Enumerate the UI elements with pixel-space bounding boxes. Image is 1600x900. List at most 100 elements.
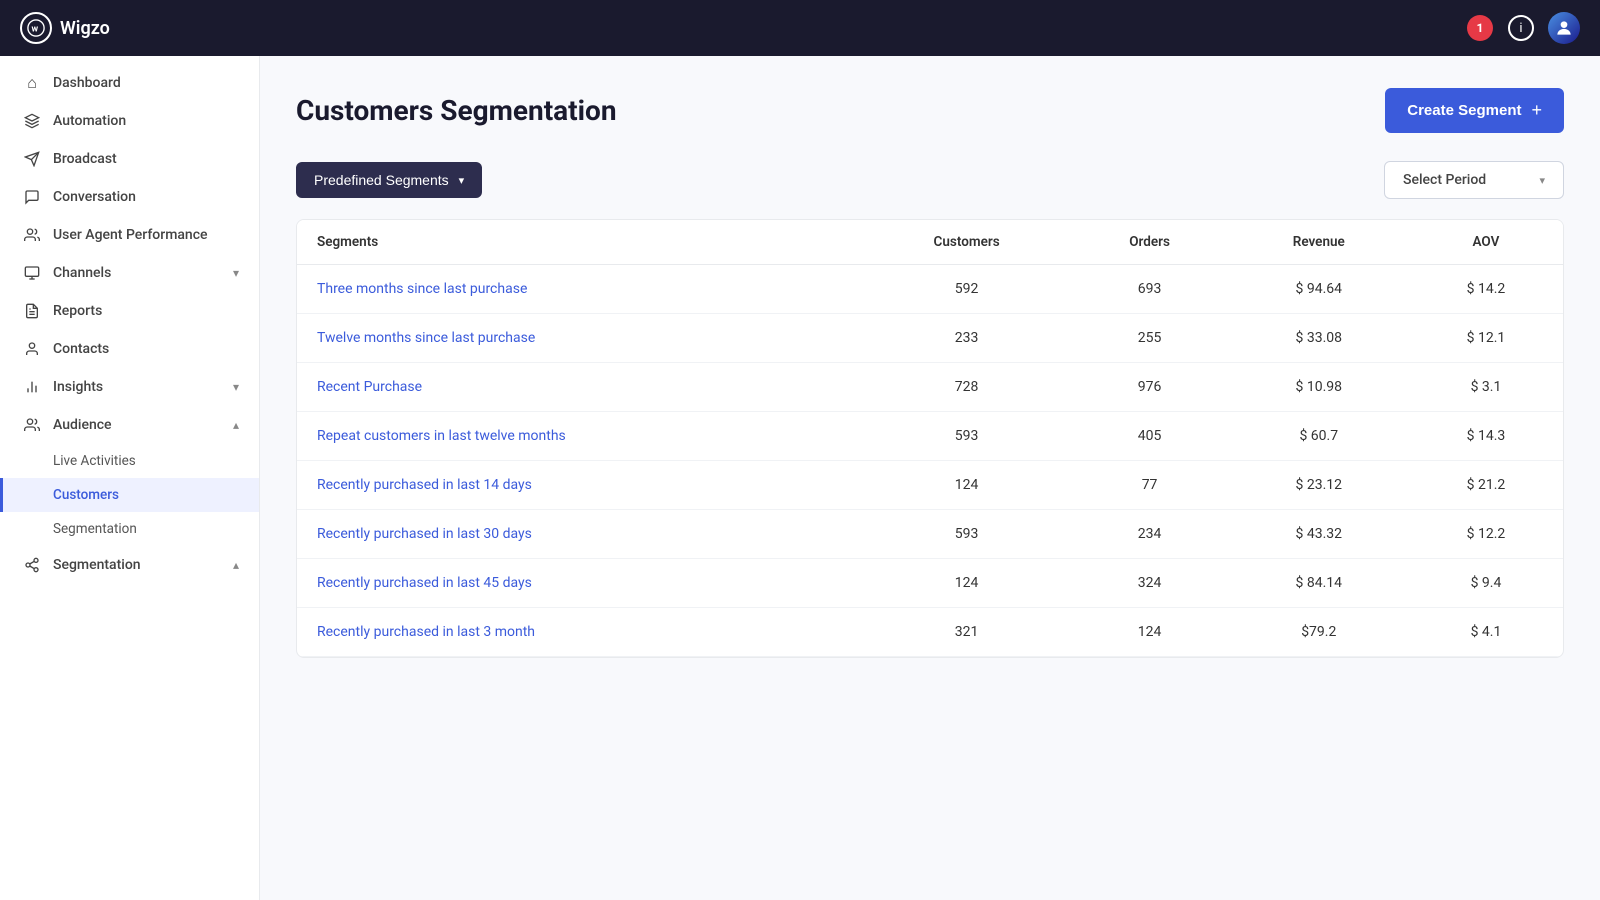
cell-segment-0: Three months since last purchase [297,265,863,314]
create-segment-button[interactable]: Create Segment + [1385,88,1564,133]
notification-count: 1 [1467,15,1493,41]
logo-icon: w [20,12,52,44]
top-navigation: w Wigzo 1 i [0,0,1600,56]
cell-orders-5: 234 [1071,510,1229,559]
period-dropdown[interactable]: Select Period ▾ [1384,161,1564,199]
sidebar-label-channels: Channels [53,265,111,281]
table-row: Recently purchased in last 14 days 124 7… [297,461,1563,510]
logo[interactable]: w Wigzo [20,12,110,44]
avatar[interactable] [1548,12,1580,44]
insights-icon [23,378,41,396]
cell-revenue-6: $ 84.14 [1229,559,1409,608]
cell-customers-1: 233 [863,314,1071,363]
period-dropdown-label: Select Period [1403,172,1486,188]
info-button[interactable]: i [1508,15,1534,41]
main-layout: ⌂ Dashboard Automation Broadcast [0,56,1600,900]
sidebar-label-contacts: Contacts [53,341,109,357]
cell-segment-3: Repeat customers in last twelve months [297,412,863,461]
col-header-segments: Segments [297,220,863,265]
svg-text:w: w [32,25,39,35]
cell-aov-4: $ 21.2 [1409,461,1563,510]
cell-orders-7: 124 [1071,608,1229,657]
table-row: Recently purchased in last 45 days 124 3… [297,559,1563,608]
cell-segment-5: Recently purchased in last 30 days [297,510,863,559]
home-icon: ⌂ [23,74,41,92]
segment-link-4[interactable]: Recently purchased in last 14 days [317,477,532,493]
segments-table-container: Segments Customers Orders Revenue AOV Th… [296,219,1564,658]
page-title: Customers Segmentation [296,94,617,127]
col-header-customers: Customers [863,220,1071,265]
cell-aov-2: $ 3.1 [1409,363,1563,412]
filters-row: Predefined Segments ▾ Select Period ▾ [296,161,1564,199]
reports-icon [23,302,41,320]
sidebar-item-live-activities[interactable]: Live Activities [0,444,259,478]
broadcast-icon [23,150,41,168]
channels-icon [23,264,41,282]
main-content: Customers Segmentation Create Segment + … [260,56,1600,900]
cell-customers-4: 124 [863,461,1071,510]
conversation-icon [23,188,41,206]
cell-segment-1: Twelve months since last purchase [297,314,863,363]
col-header-orders: Orders [1071,220,1229,265]
cell-orders-2: 976 [1071,363,1229,412]
sidebar-item-segmentation-sub[interactable]: Segmentation [0,512,259,546]
segment-link-5[interactable]: Recently purchased in last 30 days [317,526,532,542]
audience-icon [23,416,41,434]
sidebar-label-reports: Reports [53,303,102,319]
sidebar-item-customers[interactable]: Customers [0,478,259,512]
segment-link-0[interactable]: Three months since last purchase [317,281,527,297]
app-name: Wigzo [60,18,110,39]
sidebar-item-segmentation-main[interactable]: Segmentation ▴ [0,546,259,584]
customers-label: Customers [53,487,119,503]
table-header-row: Segments Customers Orders Revenue AOV [297,220,1563,265]
sidebar-item-contacts[interactable]: Contacts [0,330,259,368]
table-row: Recently purchased in last 3 month 321 1… [297,608,1563,657]
user-agent-icon [23,226,41,244]
segments-dropdown[interactable]: Predefined Segments ▾ [296,162,482,198]
chevron-down-icon-insights: ▾ [233,380,239,394]
chevron-up-icon-segmentation: ▴ [233,558,239,572]
cell-revenue-7: $79.2 [1229,608,1409,657]
table-row: Three months since last purchase 592 693… [297,265,1563,314]
cell-customers-3: 593 [863,412,1071,461]
segment-link-1[interactable]: Twelve months since last purchase [317,330,535,346]
sidebar-item-audience[interactable]: Audience ▴ [0,406,259,444]
cell-customers-7: 321 [863,608,1071,657]
table-row: Twelve months since last purchase 233 25… [297,314,1563,363]
sidebar-item-automation[interactable]: Automation [0,102,259,140]
cell-orders-4: 77 [1071,461,1229,510]
notifications-button[interactable]: 1 [1466,14,1494,42]
sidebar-item-channels[interactable]: Channels ▾ [0,254,259,292]
cell-segment-4: Recently purchased in last 14 days [297,461,863,510]
automation-icon [23,112,41,130]
audience-submenu: Live Activities Customers Segmentation [0,444,259,546]
create-btn-label: Create Segment [1407,102,1521,119]
sidebar-item-dashboard[interactable]: ⌂ Dashboard [0,64,259,102]
cell-revenue-3: $ 60.7 [1229,412,1409,461]
chevron-up-icon-audience: ▴ [233,418,239,432]
sidebar-item-reports[interactable]: Reports [0,292,259,330]
segments-table: Segments Customers Orders Revenue AOV Th… [297,220,1563,657]
cell-aov-6: $ 9.4 [1409,559,1563,608]
segment-link-6[interactable]: Recently purchased in last 45 days [317,575,532,591]
plus-icon: + [1531,100,1542,121]
segment-link-7[interactable]: Recently purchased in last 3 month [317,624,535,640]
contacts-icon [23,340,41,358]
sidebar-label-insights: Insights [53,379,103,395]
segment-link-2[interactable]: Recent Purchase [317,379,422,395]
caret-icon: ▾ [459,174,465,187]
sidebar: ⌂ Dashboard Automation Broadcast [0,56,260,900]
segment-link-3[interactable]: Repeat customers in last twelve months [317,428,566,444]
chevron-down-icon: ▾ [233,266,239,280]
cell-customers-5: 593 [863,510,1071,559]
cell-aov-1: $ 12.1 [1409,314,1563,363]
cell-revenue-5: $ 43.32 [1229,510,1409,559]
cell-segment-2: Recent Purchase [297,363,863,412]
sidebar-item-conversation[interactable]: Conversation [0,178,259,216]
topnav-actions: 1 i [1466,12,1580,44]
cell-orders-6: 324 [1071,559,1229,608]
sidebar-item-insights[interactable]: Insights ▾ [0,368,259,406]
sidebar-item-user-agent-performance[interactable]: User Agent Performance [0,216,259,254]
sidebar-item-broadcast[interactable]: Broadcast [0,140,259,178]
cell-revenue-4: $ 23.12 [1229,461,1409,510]
